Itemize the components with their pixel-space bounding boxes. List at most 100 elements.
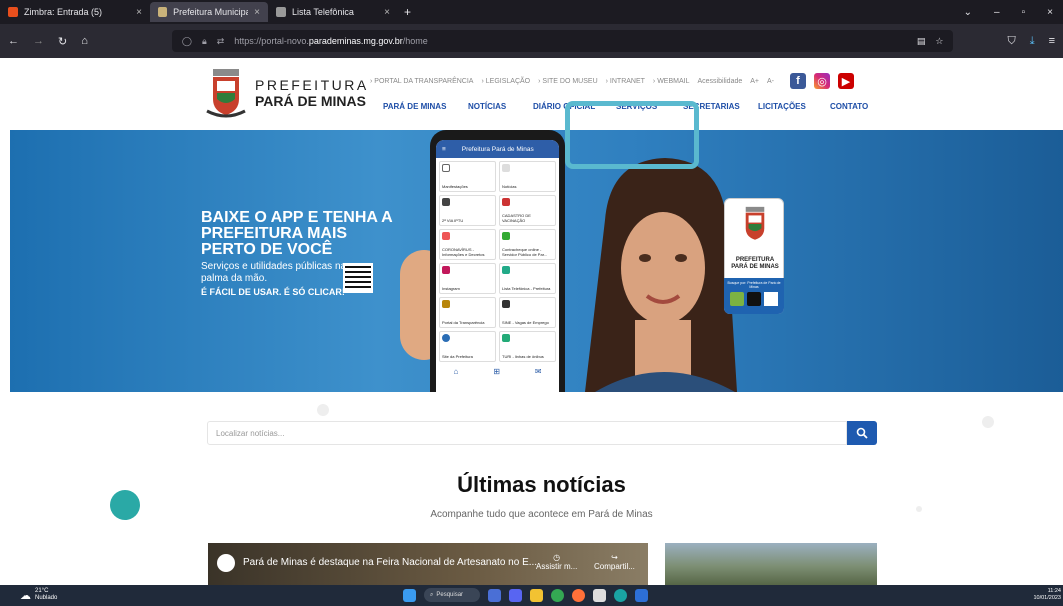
windows-start-icon[interactable] bbox=[403, 588, 416, 602]
maximize-icon[interactable]: ▫ bbox=[1022, 7, 1026, 18]
phone-book-icon bbox=[502, 266, 510, 274]
tab-prefeitura[interactable]: Prefeitura Municipal de Pará de × bbox=[150, 2, 268, 22]
site-header: PREFEITURA PARÁ DE MINAS › PORTAL DA TRA… bbox=[0, 58, 1063, 130]
nav-contato[interactable]: CONTATO bbox=[830, 102, 868, 111]
cloud-icon: ☁ bbox=[20, 589, 31, 602]
list-item: Lista Telefônica - Prefeitura bbox=[499, 263, 556, 294]
browser-tab-bar: Zimbra: Entrada (5) × Prefeitura Municip… bbox=[0, 0, 1063, 24]
tab-list-icon[interactable]: ⌄ bbox=[964, 7, 972, 18]
page-favicon-icon bbox=[276, 7, 286, 17]
window-controls: ⌄ – ▫ × bbox=[964, 7, 1063, 18]
accessibility-link[interactable]: Acessibilidade bbox=[698, 78, 743, 85]
video-title[interactable]: Pará de Minas é destaque na Feira Nacion… bbox=[243, 557, 537, 568]
reload-icon[interactable]: ↻ bbox=[58, 35, 67, 48]
close-icon[interactable]: × bbox=[254, 7, 260, 18]
phone-app-grid: Manifestações Notícias 2ª VIA IPTU CADAS… bbox=[436, 158, 559, 365]
nav-noticias[interactable]: NOTÍCIAS bbox=[468, 102, 533, 111]
back-icon[interactable]: ← bbox=[8, 35, 19, 47]
tab-lista-telefonica[interactable]: Lista Telefônica × bbox=[268, 2, 398, 22]
forward-icon[interactable]: → bbox=[33, 35, 44, 47]
link-portal-transparencia[interactable]: › PORTAL DA TRANSPARÊNCIA bbox=[370, 78, 473, 85]
android-icon[interactable] bbox=[730, 292, 744, 306]
phone-header-title: Prefeitura Pará de Minas bbox=[461, 145, 534, 153]
menu-icon[interactable]: ≡ bbox=[1049, 35, 1055, 47]
system-clock[interactable]: 11:24 10/01/2023 bbox=[1033, 588, 1061, 602]
reader-view-icon[interactable]: ▤ bbox=[917, 36, 926, 47]
list-item: Portal da Transparência bbox=[439, 297, 496, 328]
news-search-input[interactable]: Localizar notícias... bbox=[207, 421, 847, 445]
close-window-icon[interactable]: × bbox=[1047, 7, 1053, 18]
address-bar[interactable]: ◯ 🔒︎ ⇄ https://portal-novo.parademinas.m… bbox=[171, 30, 954, 52]
tab-zimbra[interactable]: Zimbra: Entrada (5) × bbox=[0, 2, 150, 22]
edge-icon[interactable] bbox=[614, 588, 627, 602]
nav-servicos[interactable]: SERVIÇOS bbox=[616, 102, 683, 111]
nav-secretarias[interactable]: SECRETARIAS bbox=[683, 102, 758, 111]
url-text: https://portal-novo.parademinas.mg.gov.b… bbox=[234, 36, 428, 46]
hamburger-icon: ≡ bbox=[442, 145, 446, 153]
decorative-dot bbox=[982, 416, 994, 428]
pocket-icon[interactable]: ⛉ bbox=[1007, 35, 1015, 48]
qr-code-icon bbox=[764, 292, 778, 306]
logo-line1: PREFEITURA bbox=[255, 77, 369, 93]
task-view-icon[interactable] bbox=[488, 588, 501, 602]
taskbar-search[interactable]: ⌕ Pesquisar bbox=[424, 588, 480, 602]
app-card-text: PREFEITURA PARÁ DE MINAS bbox=[731, 257, 779, 270]
store-icon[interactable] bbox=[635, 588, 648, 602]
document-icon[interactable] bbox=[593, 588, 606, 602]
link-site-museu[interactable]: › SITE DO MUSEU bbox=[538, 78, 598, 85]
instagram-icon[interactable]: ◎ bbox=[814, 73, 831, 89]
hero-banner[interactable]: BAIXE O APP E TENHA A PREFEITURA MAIS PE… bbox=[10, 130, 1063, 392]
link-legislacao[interactable]: › LEGISLAÇÃO bbox=[481, 78, 530, 85]
weather-widget[interactable]: ☁ 21°C Nublado bbox=[20, 588, 57, 602]
lock-icon[interactable]: 🔒︎ bbox=[202, 36, 207, 47]
main-nav: PARÁ DE MINAS NOTÍCIAS DIÁRIO OFICIAL SE… bbox=[383, 102, 868, 111]
nav-licitacoes[interactable]: LICITAÇÕES bbox=[758, 102, 830, 111]
chrome-icon[interactable] bbox=[551, 588, 564, 602]
bookmark-star-icon[interactable]: ☆ bbox=[935, 36, 943, 47]
search-button[interactable] bbox=[847, 421, 877, 445]
share-button[interactable]: ↪ Compartil... bbox=[594, 553, 635, 571]
permissions-icon[interactable]: ⇄ bbox=[217, 36, 225, 47]
list-item: Instagram bbox=[439, 263, 496, 294]
firefox-icon[interactable] bbox=[572, 588, 585, 602]
nav-para-de-minas[interactable]: PARÁ DE MINAS bbox=[383, 102, 468, 111]
social-links: f ◎ ▶ bbox=[790, 73, 855, 89]
nav-diario-oficial[interactable]: DIÁRIO OFICIAL bbox=[533, 102, 616, 111]
home-icon: ⌂ bbox=[453, 367, 459, 376]
facebook-icon[interactable]: f bbox=[790, 73, 807, 89]
search-icon bbox=[856, 427, 868, 439]
download-icon[interactable]: ⤓ bbox=[1030, 35, 1035, 48]
taskbar-apps: ⌕ Pesquisar bbox=[403, 588, 648, 602]
top-links: › PORTAL DA TRANSPARÊNCIA › LEGISLAÇÃO ›… bbox=[370, 73, 855, 89]
close-icon[interactable]: × bbox=[384, 7, 390, 18]
home-icon[interactable]: ⌂ bbox=[81, 35, 88, 47]
banner-emphasis: É FÁCIL DE USAR. É SÓ CLICAR! bbox=[201, 287, 345, 297]
news-photo[interactable] bbox=[665, 543, 877, 585]
site-logo[interactable]: PREFEITURA PARÁ DE MINAS bbox=[205, 67, 369, 119]
link-intranet[interactable]: › INTRANET bbox=[606, 78, 645, 85]
video-card[interactable]: Pará de Minas é destaque na Feira Nacion… bbox=[208, 543, 648, 585]
youtube-icon[interactable]: ▶ bbox=[838, 73, 855, 89]
tab-label: Prefeitura Municipal de Pará de bbox=[173, 7, 248, 17]
document-icon bbox=[442, 164, 450, 172]
store-badges[interactable]: Busque por: Prefeitura de Pará de Minas bbox=[724, 278, 784, 314]
new-tab-button[interactable]: + bbox=[404, 5, 411, 19]
font-decrease-button[interactable]: A- bbox=[767, 78, 774, 85]
file-explorer-icon[interactable] bbox=[530, 588, 543, 602]
shield-icon[interactable]: ◯ bbox=[182, 36, 192, 47]
minimize-icon[interactable]: – bbox=[994, 7, 1000, 18]
list-item: TURI - linhas de ônibus bbox=[499, 331, 556, 362]
chat-icon[interactable] bbox=[509, 588, 522, 602]
list-item: Notícias bbox=[499, 161, 556, 192]
coat-of-arms-icon bbox=[745, 206, 765, 240]
font-increase-button[interactable]: A+ bbox=[750, 78, 759, 85]
link-webmail[interactable]: › WEBMAIL bbox=[653, 78, 690, 85]
tab-label: Zimbra: Entrada (5) bbox=[24, 7, 103, 17]
list-item: 2ª VIA IPTU bbox=[439, 195, 496, 226]
apple-icon[interactable] bbox=[747, 292, 761, 306]
list-item: Site da Prefeitura bbox=[439, 331, 496, 362]
list-item: CORONAVÍRUS - Informações e Decretos bbox=[439, 229, 496, 260]
close-icon[interactable]: × bbox=[136, 7, 142, 18]
watch-later-button[interactable]: ◷ Assistir m... bbox=[536, 553, 577, 571]
decorative-dot bbox=[317, 404, 329, 416]
